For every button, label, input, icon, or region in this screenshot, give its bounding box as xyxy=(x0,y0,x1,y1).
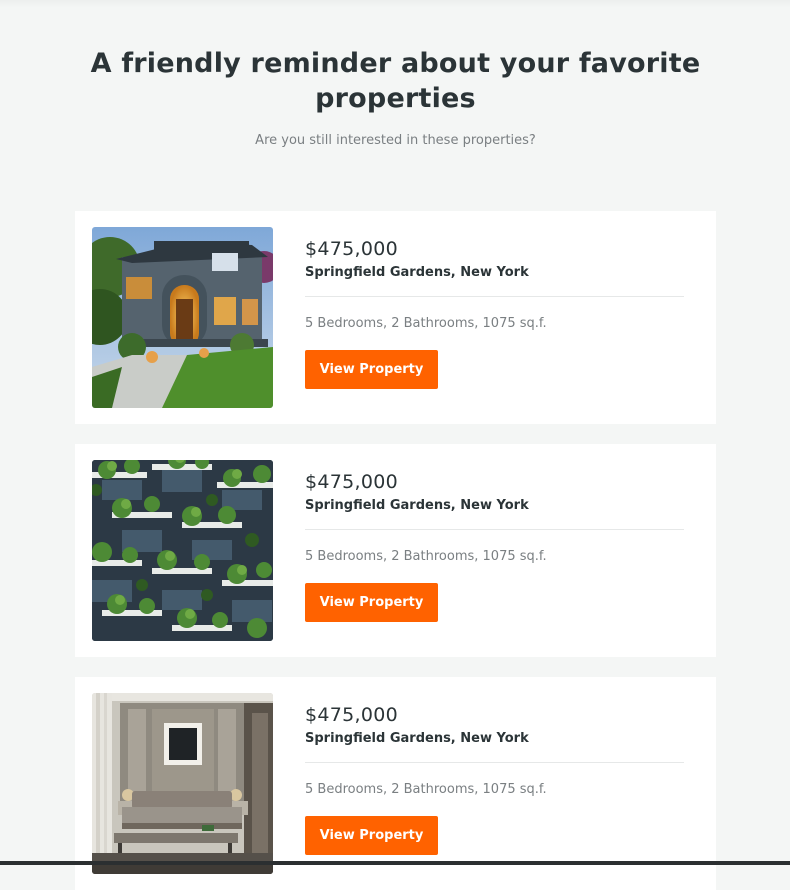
modern-bedroom-photo xyxy=(92,693,273,874)
craftsman-house-photo xyxy=(92,227,273,408)
divider xyxy=(305,762,684,763)
property-card: $475,000 Springfield Gardens, New York 5… xyxy=(75,677,716,890)
divider xyxy=(305,296,684,297)
property-details: 5 Bedrooms, 2 Bathrooms, 1075 sq.f. xyxy=(305,316,547,331)
property-details: 5 Bedrooms, 2 Bathrooms, 1075 sq.f. xyxy=(305,549,547,564)
property-photo-house[interactable] xyxy=(92,227,273,408)
bottom-edge-bar xyxy=(0,861,790,865)
green-balcony-building-photo xyxy=(92,460,273,641)
divider xyxy=(305,529,684,530)
property-price: $475,000 xyxy=(305,471,399,493)
view-property-button[interactable]: View Property xyxy=(305,583,438,622)
top-shade xyxy=(0,0,790,8)
property-info: $475,000 Springfield Gardens, New York 5… xyxy=(305,471,684,622)
view-property-button[interactable]: View Property xyxy=(305,350,438,389)
email-header: A friendly reminder about your favorite … xyxy=(75,46,716,148)
property-card: $475,000 Springfield Gardens, New York 5… xyxy=(75,211,716,424)
page-title: A friendly reminder about your favorite … xyxy=(90,48,701,114)
property-price: $475,000 xyxy=(305,704,399,726)
property-location: Springfield Gardens, New York xyxy=(305,731,529,746)
property-card: $475,000 Springfield Gardens, New York 5… xyxy=(75,444,716,657)
property-info: $475,000 Springfield Gardens, New York 5… xyxy=(305,238,684,389)
property-photo-bedroom[interactable] xyxy=(92,693,273,874)
property-location: Springfield Gardens, New York xyxy=(305,265,529,280)
property-info: $475,000 Springfield Gardens, New York 5… xyxy=(305,704,684,855)
view-property-button[interactable]: View Property xyxy=(305,816,438,855)
property-location: Springfield Gardens, New York xyxy=(305,498,529,513)
property-details: 5 Bedrooms, 2 Bathrooms, 1075 sq.f. xyxy=(305,782,547,797)
page-subtitle: Are you still interested in these proper… xyxy=(255,133,536,148)
property-price: $475,000 xyxy=(305,238,399,260)
property-photo-building[interactable] xyxy=(92,460,273,641)
